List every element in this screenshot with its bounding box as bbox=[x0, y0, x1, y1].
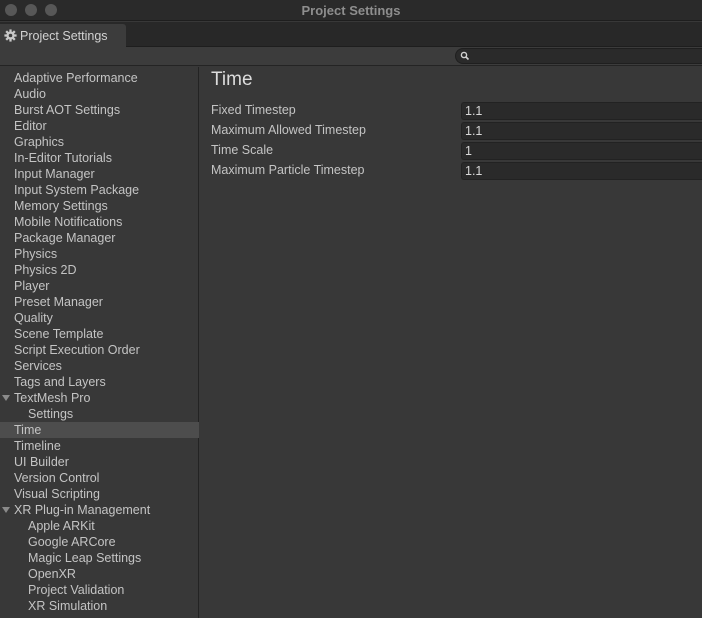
sidebar-item-label: Version Control bbox=[14, 471, 100, 485]
sidebar-item-label: Quality bbox=[14, 311, 53, 325]
sidebar-item[interactable]: Quality bbox=[0, 310, 199, 326]
sidebar-item[interactable]: UI Builder bbox=[0, 454, 199, 470]
sidebar-item-label: Apple ARKit bbox=[28, 519, 95, 533]
sidebar-item-label: Input Manager bbox=[14, 167, 95, 181]
sidebar-item-label: Visual Scripting bbox=[14, 487, 100, 501]
sidebar-item[interactable]: Preset Manager bbox=[0, 294, 199, 310]
property-label: Fixed Timestep bbox=[211, 103, 296, 117]
sidebar-item-label: XR Plug-in Management bbox=[14, 503, 151, 517]
sidebar-item[interactable]: Graphics bbox=[0, 134, 199, 150]
sidebar-item-label: Input System Package bbox=[14, 183, 140, 197]
sidebar-item[interactable]: Input System Package bbox=[0, 182, 199, 198]
sidebar-item-label: Preset Manager bbox=[14, 295, 103, 309]
sidebar-item-label: Burst AOT Settings bbox=[14, 103, 121, 117]
sidebar-item[interactable]: Tags and Layers bbox=[0, 374, 199, 390]
property-value-field[interactable]: 1.1 bbox=[461, 122, 702, 140]
sidebar-item-label: Project Validation bbox=[28, 583, 125, 597]
sidebar-item[interactable]: Package Manager bbox=[0, 230, 199, 246]
sidebar-item[interactable]: Memory Settings bbox=[0, 198, 199, 214]
sidebar-item[interactable]: XR Plug-in Management bbox=[0, 502, 199, 518]
property-row: Maximum Particle Timestep 1.1 bbox=[200, 162, 702, 180]
property-row: Maximum Allowed Timestep 1.1 bbox=[200, 122, 702, 140]
sidebar-item-label: Settings bbox=[28, 407, 74, 421]
page-title: Time bbox=[211, 69, 253, 90]
sidebar-item-label: OpenXR bbox=[28, 567, 76, 581]
sidebar-item-label: Magic Leap Settings bbox=[28, 551, 142, 565]
sidebar-item[interactable]: Script Execution Order bbox=[0, 342, 199, 358]
sidebar-item[interactable]: Google ARCore bbox=[0, 534, 199, 550]
sidebar-item[interactable]: Services bbox=[0, 358, 199, 374]
sidebar-item-label: Mobile Notifications bbox=[14, 215, 123, 229]
sidebar-item-label: Physics 2D bbox=[14, 263, 77, 277]
sidebar-item-label: Time bbox=[14, 423, 42, 437]
property-value-field[interactable]: 1.1 bbox=[461, 102, 702, 120]
sidebar-item[interactable]: XR Simulation bbox=[0, 598, 199, 614]
window-title: Project Settings bbox=[301, 3, 401, 18]
sidebar-item[interactable]: Scene Template bbox=[0, 326, 199, 342]
sidebar-item-label: Memory Settings bbox=[14, 199, 108, 213]
sidebar-item-label: XR Simulation bbox=[28, 599, 108, 613]
sidebar-item[interactable]: TextMesh Pro bbox=[0, 390, 199, 406]
sidebar-item[interactable]: Visual Scripting bbox=[0, 486, 199, 502]
sidebar-item[interactable]: Audio bbox=[0, 86, 199, 102]
sidebar-item-label: Package Manager bbox=[14, 231, 116, 245]
settings-inspector: Time Fixed Timestep 1.1 Maximum Allowed Ti… bbox=[200, 67, 702, 618]
toolbar bbox=[0, 47, 702, 66]
sidebar-item[interactable]: OpenXR bbox=[0, 566, 199, 582]
sidebar-item-label: TextMesh Pro bbox=[14, 391, 91, 405]
sidebar-item-label: Player bbox=[14, 279, 50, 293]
sidebar-item[interactable]: Mobile Notifications bbox=[0, 214, 199, 230]
window-title-bar: Project Settings bbox=[0, 0, 702, 21]
sidebar-item-label: Scene Template bbox=[14, 327, 104, 341]
tab-strip: Project Settings bbox=[0, 22, 702, 47]
sidebar-item[interactable]: Editor bbox=[0, 118, 199, 134]
property-row: Time Scale 1 bbox=[200, 142, 702, 160]
sidebar-item-label: Services bbox=[14, 359, 62, 373]
sidebar-item-label: Timeline bbox=[14, 439, 61, 453]
sidebar-item-label: In-Editor Tutorials bbox=[14, 151, 112, 165]
sidebar-item-label: Script Execution Order bbox=[14, 343, 140, 357]
sidebar-item-label: Adaptive Performance bbox=[14, 71, 138, 85]
sidebar-item[interactable]: Timeline bbox=[0, 438, 199, 454]
sidebar-item[interactable]: Time bbox=[0, 422, 199, 438]
sidebar-item-label: Physics bbox=[14, 247, 58, 261]
sidebar-item[interactable]: Burst AOT Settings bbox=[0, 102, 199, 118]
property-value-field[interactable]: 1 bbox=[461, 142, 702, 160]
sidebar-item[interactable]: Physics bbox=[0, 246, 199, 262]
tab-project-settings[interactable]: Project Settings bbox=[0, 24, 126, 47]
property-row: Fixed Timestep 1.1 bbox=[200, 102, 702, 120]
sidebar-item[interactable]: Magic Leap Settings bbox=[0, 550, 199, 566]
search-icon bbox=[460, 50, 470, 62]
sidebar-item[interactable]: Settings bbox=[0, 406, 199, 422]
sidebar-item[interactable]: Player bbox=[0, 278, 199, 294]
sidebar-item[interactable]: Physics 2D bbox=[0, 262, 199, 278]
sidebar-item-label: Audio bbox=[14, 87, 46, 101]
sidebar-item[interactable]: Adaptive Performance bbox=[0, 70, 199, 86]
sidebar-item[interactable]: Version Control bbox=[0, 470, 199, 486]
sidebar-item-label: Graphics bbox=[14, 135, 65, 149]
sidebar-item[interactable]: Project Validation bbox=[0, 582, 199, 598]
gear-icon bbox=[4, 29, 17, 42]
sidebar-item[interactable]: Input Manager bbox=[0, 166, 199, 182]
sidebar-item-label: Google ARCore bbox=[28, 535, 116, 549]
property-label: Time Scale bbox=[211, 143, 274, 157]
foldout-arrow-icon[interactable] bbox=[2, 395, 10, 401]
sidebar-item[interactable]: Apple ARKit bbox=[0, 518, 199, 534]
foldout-arrow-icon[interactable] bbox=[2, 507, 10, 513]
sidebar-item[interactable]: In-Editor Tutorials bbox=[0, 150, 199, 166]
tab-label: Project Settings bbox=[20, 28, 108, 43]
property-label: Maximum Particle Timestep bbox=[211, 163, 365, 177]
sidebar-item-label: Tags and Layers bbox=[14, 375, 106, 389]
settings-category-list: Adaptive Performance Audio Burst AOT Setti… bbox=[0, 67, 199, 618]
search-input[interactable] bbox=[455, 48, 702, 64]
sidebar-item-label: Editor bbox=[14, 119, 47, 133]
property-value-field[interactable]: 1.1 bbox=[461, 162, 702, 180]
property-label: Maximum Allowed Timestep bbox=[211, 123, 366, 137]
sidebar-item-label: UI Builder bbox=[14, 455, 69, 469]
